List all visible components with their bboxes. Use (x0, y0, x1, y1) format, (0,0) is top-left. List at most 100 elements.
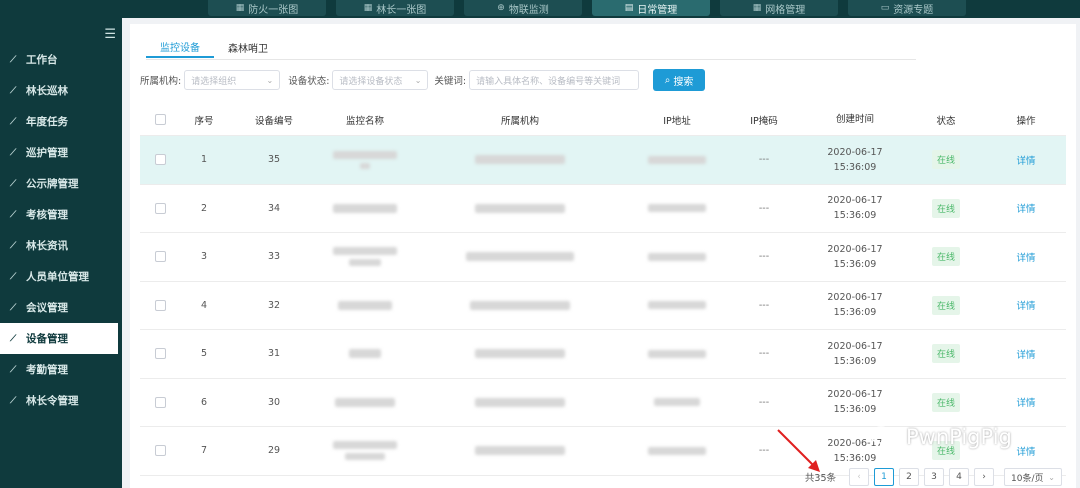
checkbox-box (154, 348, 166, 360)
sidebar-item-news[interactable]: ⟋ 林长资讯 (0, 230, 122, 261)
details-link[interactable]: 详情 (1016, 444, 1035, 458)
select-all-checkbox[interactable] (140, 114, 180, 125)
map-icon: ▦ (363, 3, 373, 13)
top-nav-tab-iot-monitor[interactable]: ⊕ 物联监测 (464, 0, 582, 16)
table-row[interactable]: 3 33 --- 2020-06-17 15:36:09 在线 详情 (140, 233, 1066, 282)
chart-line-icon: ⟋ (10, 178, 17, 189)
tab-monitoring-devices[interactable]: 监控设备 (146, 36, 214, 58)
column-header-ip-address: IP地址 (663, 115, 691, 127)
collapse-menu-icon[interactable]: ☰ (104, 27, 116, 42)
sidebar-item-label: 会议管理 (26, 302, 68, 314)
row-checkbox[interactable] (140, 202, 180, 214)
column-header-status: 状态 (936, 115, 956, 127)
row-index: 1 (200, 154, 208, 166)
top-nav-tab-label: 物联监测 (508, 4, 549, 16)
row-created-clock: 15:36:09 (833, 210, 877, 222)
row-monitor-name-redacted (320, 247, 410, 267)
details-link[interactable]: 详情 (1016, 347, 1035, 361)
sidebar-item-label: 年度任务 (26, 116, 68, 128)
row-actions: 详情 (986, 347, 1066, 361)
table-row[interactable]: 1 35 --- 2020-06-17 15:36:09 在线 详情 (140, 136, 1066, 185)
checkbox-box (154, 396, 166, 408)
prev-page-button[interactable]: ‹ (849, 468, 869, 486)
top-nav-tab-chief-map[interactable]: ▦ 林长一张图 (336, 0, 454, 16)
sidebar-item-patrol-management[interactable]: ⟋ 巡护管理 (0, 137, 122, 168)
details-link[interactable]: 详情 (1016, 201, 1035, 215)
row-ip-redacted (630, 301, 724, 310)
row-created-date: 2020-06-17 (827, 292, 883, 304)
table-row[interactable]: 6 30 --- 2020-06-17 15:36:09 在线 详情 (140, 379, 1066, 427)
map-icon: ▦ (235, 3, 245, 13)
sidebar-item-chief-orders[interactable]: ⟋ 林长令管理 (0, 385, 122, 416)
status-select[interactable]: 请选择设备状态 ⌄ (332, 70, 429, 90)
sidebar-item-signboard-management[interactable]: ⟋ 公示牌管理 (0, 168, 122, 199)
row-checkbox[interactable] (140, 445, 180, 457)
table-header: 序号 设备编号 监控名称 所属机构 IP地址 IP掩码 创建时间 状态 操作 (140, 104, 1066, 136)
sidebar-item-attendance[interactable]: ⟋ 考勤管理 (0, 354, 122, 385)
row-checkbox[interactable] (140, 251, 180, 263)
search-button[interactable]: ⌕ 搜索 (653, 69, 706, 91)
row-device-code: 35 (267, 154, 281, 166)
keyword-input[interactable]: 请输入具体名称、设备编号等关键词 (469, 70, 640, 90)
top-nav-tab-label: 林长一张图 (376, 4, 427, 16)
next-page-button[interactable]: › (974, 468, 994, 486)
page-button-1[interactable]: 1 (874, 468, 894, 486)
table-row[interactable]: 5 31 --- 2020-06-17 15:36:09 在线 详情 (140, 330, 1066, 379)
sub-tabs: 监控设备 森林哨卫 (146, 36, 282, 58)
row-checkbox[interactable] (140, 396, 180, 408)
row-created-time: 2020-06-17 15:36:09 (804, 387, 906, 417)
top-nav-tab-label: 资源专题 (893, 4, 934, 16)
table-row[interactable]: 2 34 --- 2020-06-17 15:36:09 在线 详情 (140, 185, 1066, 233)
row-checkbox[interactable] (140, 348, 180, 360)
details-link[interactable]: 详情 (1016, 153, 1035, 167)
column-header-ip-mask: IP掩码 (750, 115, 778, 127)
top-nav-tab-label: 网格管理 (765, 4, 806, 16)
chart-line-icon: ⟋ (10, 116, 17, 127)
row-ip-mask: --- (758, 251, 770, 263)
column-header-index: 序号 (194, 115, 214, 127)
page-button-3[interactable]: 3 (924, 468, 944, 486)
row-device-code: 32 (267, 299, 281, 311)
row-actions: 详情 (986, 395, 1066, 409)
org-select[interactable]: 请选择组织 ⌄ (184, 70, 281, 90)
row-ip-mask: --- (758, 299, 770, 311)
details-link[interactable]: 详情 (1016, 298, 1035, 312)
row-index: 6 (200, 396, 208, 408)
sidebar-item-label: 林长资讯 (26, 240, 68, 252)
top-nav-tab-label: 日常管理 (637, 4, 678, 16)
sidebar-item-assessment[interactable]: ⟋ 考核管理 (0, 199, 122, 230)
details-link[interactable]: 详情 (1016, 395, 1035, 409)
row-checkbox[interactable] (140, 299, 180, 311)
folder-icon: ▭ (880, 3, 890, 13)
sidebar-item-personnel[interactable]: ⟋ 人员单位管理 (0, 261, 122, 292)
sidebar-item-meetings[interactable]: ⟋ 会议管理 (0, 292, 122, 323)
row-monitor-name-redacted (320, 203, 410, 213)
row-created-date: 2020-06-17 (827, 146, 883, 158)
sidebar-item-annual-tasks[interactable]: ⟋ 年度任务 (0, 106, 122, 137)
checkbox-box (154, 299, 166, 311)
top-nav-tab-resources[interactable]: ▭ 资源专题 (848, 0, 966, 16)
table-row[interactable]: 4 32 --- 2020-06-17 15:36:09 在线 详情 (140, 282, 1066, 330)
tab-forest-sentinel[interactable]: 森林哨卫 (214, 36, 282, 58)
row-created-time: 2020-06-17 15:36:09 (804, 145, 906, 175)
sidebar-item-workbench[interactable]: ⟋ 工作台 (0, 44, 122, 75)
row-checkbox[interactable] (140, 154, 180, 166)
row-created-time: 2020-06-17 15:36:09 (804, 242, 906, 272)
sidebar-item-device-management[interactable]: ⟋ 设备管理 (0, 323, 118, 354)
details-link[interactable]: 详情 (1016, 250, 1035, 264)
row-organization-redacted (410, 300, 630, 310)
page-button-2[interactable]: 2 (899, 468, 919, 486)
top-nav-tab-daily-management[interactable]: ▤ 日常管理 (592, 0, 710, 16)
row-ip-redacted (630, 155, 724, 164)
row-created-date: 2020-06-17 (827, 195, 883, 207)
page-size-select[interactable]: 10条/页 ⌄ (1004, 468, 1062, 486)
sidebar-item-forest-patrol[interactable]: ⟋ 林长巡林 (0, 75, 122, 106)
top-nav-tab-fire-map[interactable]: ▦ 防火一张图 (208, 0, 326, 16)
column-header-device-code: 设备编号 (254, 115, 293, 127)
chart-line-icon: ⟋ (10, 271, 17, 282)
top-nav-tab-grid-management[interactable]: ▦ 网格管理 (720, 0, 838, 16)
row-organization-redacted (410, 397, 630, 407)
row-organization-redacted (410, 349, 630, 359)
row-organization-redacted (410, 203, 630, 213)
page-button-4[interactable]: 4 (949, 468, 969, 486)
